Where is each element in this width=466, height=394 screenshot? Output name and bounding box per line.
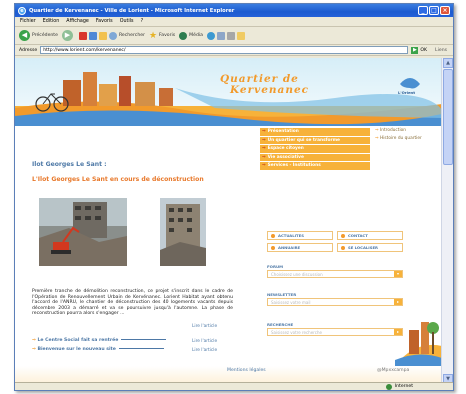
nav-item-quartier[interactable]: ⇒ Un quartier qui se transforme — [260, 136, 370, 144]
link-divider — [118, 348, 164, 349]
news-read-more-2[interactable]: Lire l'article — [192, 348, 217, 353]
site-title-line2: Kervenanec — [230, 84, 310, 96]
arrow-icon: ⇒ — [32, 347, 36, 352]
annuaire-button[interactable]: ANNUAIRE — [267, 243, 333, 252]
forum-label: FORUM — [267, 264, 283, 269]
arrow-icon: ⇒ — [262, 146, 266, 152]
news-link-centre-social[interactable]: ⇒ Le Centre Social fait sa rentrée — [32, 338, 169, 343]
news-link-nouveau-site[interactable]: ⇒ Bienvenue sur le nouveau site — [32, 347, 167, 352]
localiser-button[interactable]: SE LOCALISER — [337, 243, 403, 252]
demolition-photo-2 — [160, 198, 206, 266]
maximize-button[interactable]: □ — [429, 6, 439, 15]
menu-fichier[interactable]: Fichier — [20, 19, 36, 24]
globe-icon — [385, 383, 392, 390]
search-icon — [108, 31, 117, 40]
submit-arrow-icon[interactable]: ▸ — [394, 299, 402, 305]
nav-item-presentation[interactable]: ⇒ Présentation — [260, 128, 370, 136]
go-button[interactable]: OK — [420, 48, 427, 53]
address-field[interactable]: http://www.lorient.com/kervenanec/ — [40, 46, 409, 54]
article-subtitle: L'Ilot Georges Le Sant en cours de décon… — [32, 176, 204, 183]
menu-outils[interactable]: Outils — [120, 19, 134, 24]
refresh-icon[interactable] — [88, 31, 97, 40]
browser-window: e Quartier de Kervenanec - Ville de Lori… — [14, 3, 454, 391]
back-button[interactable]: ◀ Précédente — [19, 30, 58, 41]
site-search-input[interactable]: Saisissez votre recherche ▸ — [267, 328, 403, 336]
folder-icon[interactable] — [236, 31, 245, 40]
contact-button[interactable]: CONTACT — [337, 231, 403, 240]
vertical-scrollbar[interactable]: ▲ ▼ — [441, 58, 453, 384]
close-button[interactable]: × — [440, 6, 450, 15]
print-icon[interactable] — [226, 31, 235, 40]
city-logo[interactable]: L'Orient — [398, 90, 415, 95]
search-label: RECHERCHE — [267, 322, 294, 327]
actualites-button[interactable]: ACTUALITES — [267, 231, 333, 240]
title-bar: e Quartier de Kervenanec - Ville de Lori… — [15, 4, 453, 17]
newsletter-input[interactable]: Saisissez votre mail ▸ — [267, 298, 403, 306]
sub-navigation: ⇒ Introduction ⇒ Histoire du quartier — [375, 128, 422, 144]
media-button[interactable]: Média — [179, 31, 203, 40]
scroll-up-icon[interactable]: ▲ — [443, 58, 453, 68]
legal-link[interactable]: Mentions légales — [227, 368, 266, 373]
link-divider — [121, 339, 167, 340]
nav-item-espace-citoyen[interactable]: ⇒ Espace citoyen — [260, 145, 370, 153]
menu-edition[interactable]: Edition — [43, 19, 60, 24]
minimize-button[interactable]: _ — [418, 6, 428, 15]
go-arrow-icon[interactable]: ▶ — [411, 46, 419, 54]
menu-bar: Fichier Edition Affichage Favoris Outils… — [15, 17, 453, 27]
favorites-button[interactable]: ★ Favoris — [149, 31, 175, 41]
article-paragraph: Première tranche de démolition reconstru… — [32, 289, 233, 317]
media-icon — [179, 31, 188, 40]
back-arrow-icon: ◀ — [19, 30, 30, 41]
arrow-icon: ⇒ — [262, 129, 266, 135]
forward-arrow-icon: ▶ — [61, 30, 73, 41]
site-banner: Quartier de Kervenanec L'Orient — [15, 58, 442, 126]
scroll-thumb[interactable] — [443, 69, 453, 165]
history-icon[interactable] — [206, 31, 215, 40]
subnav-item-histoire[interactable]: ⇒ Histoire du quartier — [375, 136, 422, 144]
news-read-more-1[interactable]: Lire l'article — [192, 339, 217, 344]
page-title: Ilot Georges Le Sant : — [32, 161, 107, 168]
nav-item-services[interactable]: ⇒ Services - Institutions — [260, 162, 370, 170]
article-read-more[interactable]: Lire l'article — [192, 324, 217, 329]
footer-illustration — [395, 322, 442, 366]
nav-item-vie-associative[interactable]: ⇒ Vie associative — [260, 153, 370, 161]
search-button[interactable]: Rechercher — [108, 31, 145, 40]
address-bar: Adresse http://www.lorient.com/kervenane… — [15, 45, 453, 56]
ie-icon: e — [18, 6, 26, 15]
status-zone: Internet — [394, 384, 413, 389]
forum-select[interactable]: Choisissez une discussion ▾ — [267, 270, 403, 278]
home-icon[interactable] — [98, 31, 107, 40]
links-label[interactable]: Liens — [435, 48, 447, 53]
menu-favoris[interactable]: Favoris — [96, 19, 113, 24]
address-url: http://www.lorient.com/kervenanec/ — [43, 47, 126, 53]
mail-icon[interactable] — [216, 31, 225, 40]
arrow-icon: ⇒ — [262, 163, 266, 169]
arrow-icon: ⇒ — [32, 338, 36, 343]
menu-help[interactable]: ? — [141, 19, 144, 24]
bullet-icon — [341, 245, 345, 250]
arrow-icon: ⇒ — [262, 154, 266, 160]
bullet-icon — [341, 233, 345, 238]
site-title: Quartier de Kervenanec — [220, 74, 309, 96]
bullet-icon — [271, 245, 275, 250]
arrow-icon: ⇒ — [262, 137, 266, 143]
credit-text: @Mpxxcampa — [377, 368, 410, 373]
page-viewport: Quartier de Kervenanec L'Orient ⇒ Présent… — [15, 58, 442, 384]
main-navigation: ⇒ Présentation ⇒ Un quartier qui se transf… — [260, 128, 370, 171]
forward-button[interactable]: ▶ — [61, 30, 75, 41]
status-bar: Internet — [15, 382, 453, 390]
dropdown-arrow-icon: ▾ — [394, 271, 402, 277]
demolition-photo-1 — [39, 198, 127, 266]
address-label: Adresse — [19, 47, 38, 53]
stop-icon[interactable] — [78, 31, 87, 40]
star-icon: ★ — [148, 30, 158, 41]
bullet-icon — [271, 233, 275, 238]
newsletter-label: NEWSLETTER — [267, 292, 297, 297]
toolbar: ◀ Précédente ▶ Rechercher ★ Favoris Médi… — [15, 27, 453, 45]
subnav-item-introduction[interactable]: ⇒ Introduction — [375, 128, 422, 136]
menu-affichage[interactable]: Affichage — [66, 19, 89, 24]
window-title: Quartier de Kervenanec - Ville de Lorien… — [29, 7, 235, 14]
